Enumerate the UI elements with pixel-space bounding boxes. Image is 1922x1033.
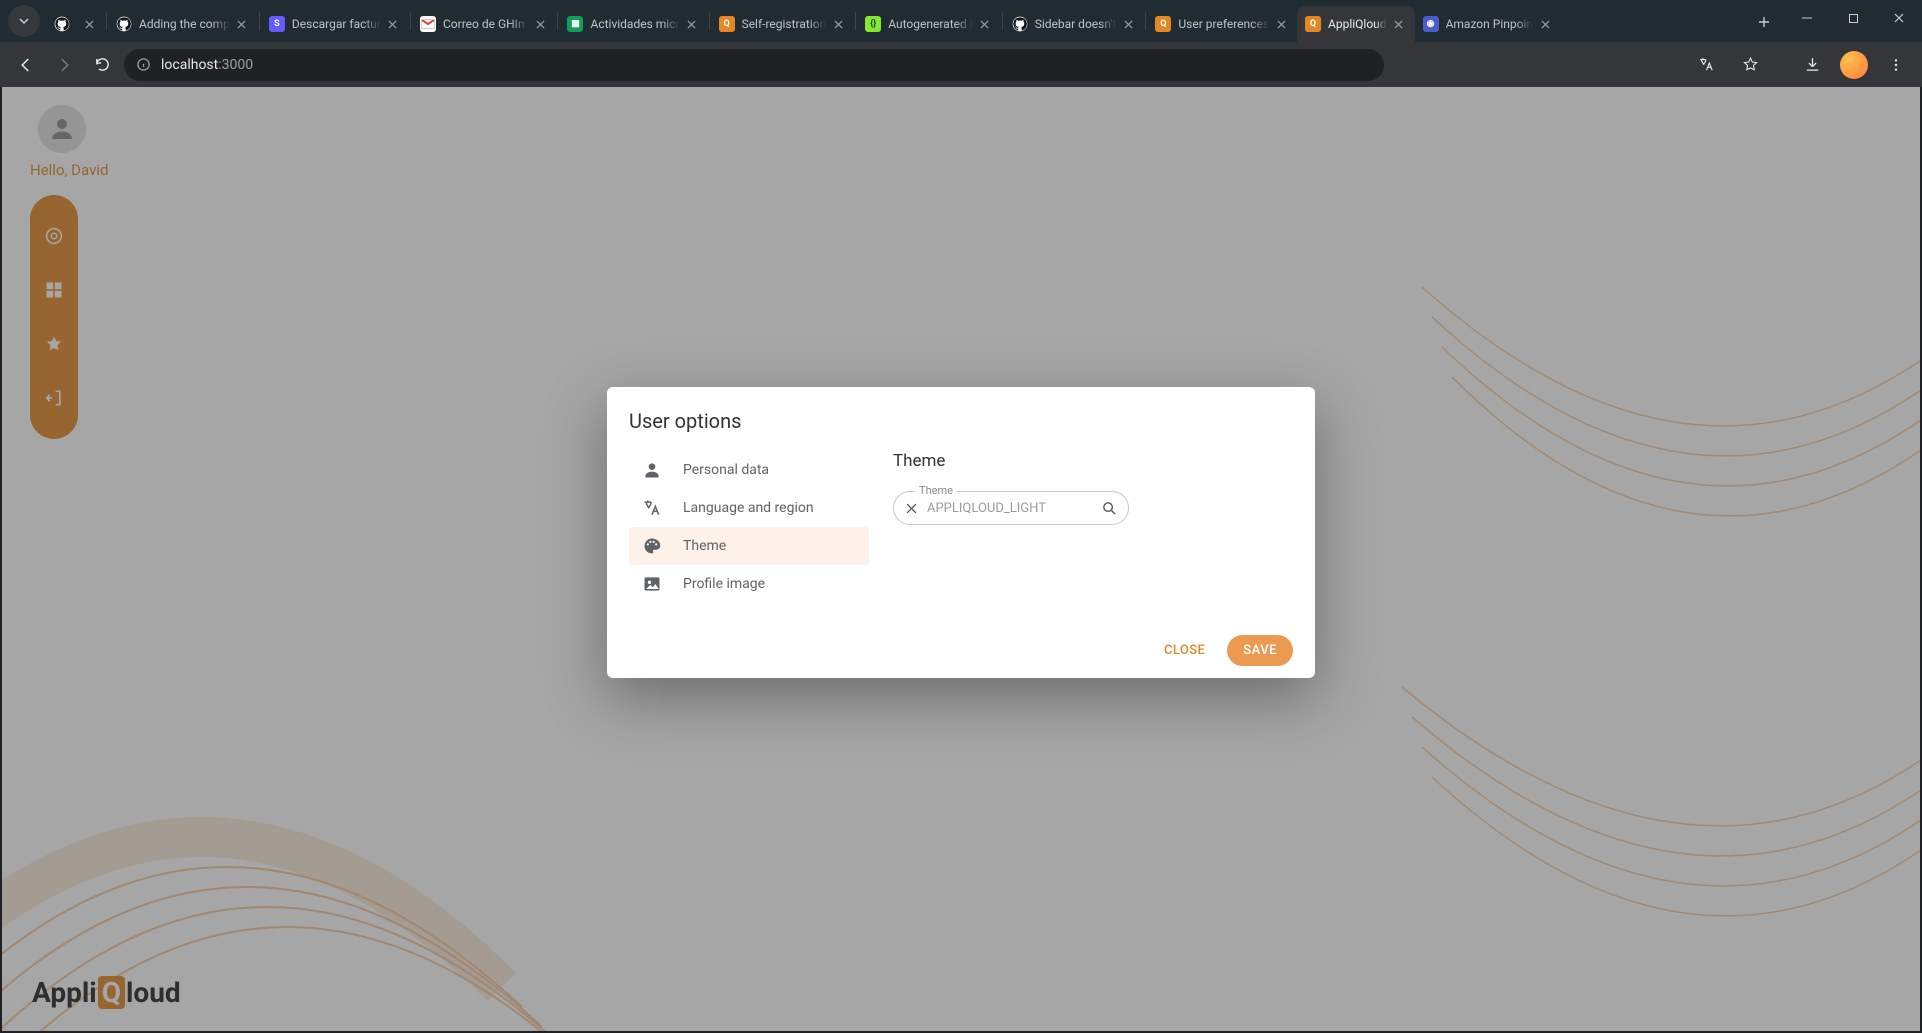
- option-label: Theme: [683, 538, 726, 554]
- browser-tab[interactable]: S Descargar factur: [261, 6, 409, 42]
- modal-overlay[interactable]: User options Personal data Language and …: [2, 87, 1920, 1031]
- tab-close-icon[interactable]: [1537, 16, 1553, 32]
- tab-title: Adding the comp: [139, 17, 230, 31]
- browser-tab[interactable]: ▦ Actividades micr: [559, 6, 707, 42]
- address-bar[interactable]: localhost:3000: [124, 49, 1384, 81]
- new-tab-button[interactable]: [1750, 8, 1778, 36]
- tab-title: Correo de GHIm: [443, 17, 529, 31]
- option-profile-image[interactable]: Profile image: [629, 565, 869, 603]
- tab-strip: Adding the comp S Descargar factur Correo d…: [0, 0, 1922, 42]
- browser-tab[interactable]: {} Autogenerated |: [857, 6, 1000, 42]
- tab-close-icon[interactable]: [977, 16, 993, 32]
- browser-tab[interactable]: ◉ Amazon Pinpoin: [1415, 6, 1561, 42]
- app-viewport: Hello, David AppliQloud User options Per…: [2, 87, 1920, 1031]
- tab-title: Autogenerated |: [888, 17, 972, 31]
- downloads-icon[interactable]: [1796, 49, 1828, 81]
- tab-close-icon[interactable]: [81, 16, 97, 32]
- tab-title: Descargar factur: [292, 17, 381, 31]
- tab-title: Sidebar doesn't: [1035, 17, 1117, 31]
- tab-favicon: S: [269, 16, 285, 32]
- maximize-button[interactable]: [1830, 0, 1876, 36]
- tab-favicon: ◉: [1423, 16, 1439, 32]
- profile-avatar-button[interactable]: [1840, 51, 1868, 79]
- theme-field-legend: Theme: [915, 484, 957, 497]
- back-button[interactable]: [10, 49, 42, 81]
- tab-close-icon[interactable]: [385, 16, 401, 32]
- save-button[interactable]: SAVE: [1227, 635, 1293, 666]
- url-text: localhost:3000: [161, 57, 253, 73]
- minimize-button[interactable]: [1784, 0, 1830, 36]
- tab-title: AppliQloud: [1328, 17, 1387, 31]
- browser-chrome: Adding the comp S Descargar factur Correo d…: [0, 0, 1922, 87]
- tab-favicon: {}: [865, 16, 881, 32]
- person-icon: [641, 460, 663, 480]
- tab-title: Amazon Pinpoin: [1446, 17, 1533, 31]
- palette-icon: [641, 536, 663, 556]
- option-personal-data[interactable]: Personal data: [629, 451, 869, 489]
- theme-input[interactable]: [927, 501, 1093, 516]
- option-label: Profile image: [683, 576, 765, 592]
- window-controls: [1784, 0, 1922, 42]
- tab-favicon: [1012, 16, 1028, 32]
- tab-favicon: Q: [1155, 16, 1171, 32]
- option-theme[interactable]: Theme: [629, 527, 869, 565]
- tab-close-icon[interactable]: [234, 16, 250, 32]
- tab-favicon: [116, 16, 132, 32]
- tab-favicon: ▦: [567, 16, 583, 32]
- theme-panel: Theme Theme: [869, 451, 1293, 621]
- browser-tab[interactable]: Adding the comp: [108, 6, 258, 42]
- tab-close-icon[interactable]: [1273, 16, 1289, 32]
- theme-field: Theme: [893, 491, 1129, 525]
- browser-tab[interactable]: [46, 6, 105, 42]
- browser-toolbar: localhost:3000: [0, 42, 1922, 87]
- bookmark-icon[interactable]: [1734, 49, 1766, 81]
- browser-tab[interactable]: Sidebar doesn't: [1004, 6, 1145, 42]
- user-options-dialog: User options Personal data Language and …: [607, 387, 1315, 678]
- tab-close-icon[interactable]: [1391, 16, 1407, 32]
- forward-button[interactable]: [48, 49, 80, 81]
- tab-favicon: Q: [719, 16, 735, 32]
- reload-button[interactable]: [86, 49, 118, 81]
- tab-favicon: [420, 16, 436, 32]
- browser-tab[interactable]: Correo de GHIm: [412, 6, 557, 42]
- tab-close-icon[interactable]: [532, 16, 548, 32]
- tab-close-icon[interactable]: [684, 16, 700, 32]
- close-window-button[interactable]: [1876, 0, 1922, 36]
- search-icon[interactable]: [1101, 500, 1118, 517]
- image-icon: [641, 574, 663, 594]
- browser-tab[interactable]: Q Self-registration: [711, 6, 855, 42]
- tab-title: User preferences: [1178, 17, 1269, 31]
- browser-tab[interactable]: Q User preferences: [1147, 6, 1297, 42]
- close-button[interactable]: CLOSE: [1152, 635, 1217, 666]
- tab-close-icon[interactable]: [1120, 16, 1136, 32]
- tab-title: Actividades micr: [590, 17, 679, 31]
- panel-title: Theme: [893, 451, 1293, 471]
- clear-icon[interactable]: [904, 501, 919, 516]
- dialog-actions: CLOSE SAVE: [629, 635, 1293, 666]
- tab-favicon: [54, 16, 70, 32]
- browser-tab[interactable]: Q AppliQloud: [1297, 6, 1415, 42]
- translate-icon: [641, 498, 663, 518]
- translate-icon[interactable]: [1690, 49, 1722, 81]
- tab-search-button[interactable]: [8, 5, 40, 37]
- tab-favicon: Q: [1305, 16, 1321, 32]
- option-language[interactable]: Language and region: [629, 489, 869, 527]
- options-list: Personal data Language and region Theme …: [629, 451, 869, 621]
- site-info-icon[interactable]: [136, 57, 151, 72]
- option-label: Personal data: [683, 462, 769, 478]
- dialog-title: User options: [629, 409, 1293, 433]
- menu-icon[interactable]: [1880, 49, 1912, 81]
- tab-title: Self-registration: [742, 17, 827, 31]
- option-label: Language and region: [683, 500, 814, 516]
- tab-close-icon[interactable]: [830, 16, 846, 32]
